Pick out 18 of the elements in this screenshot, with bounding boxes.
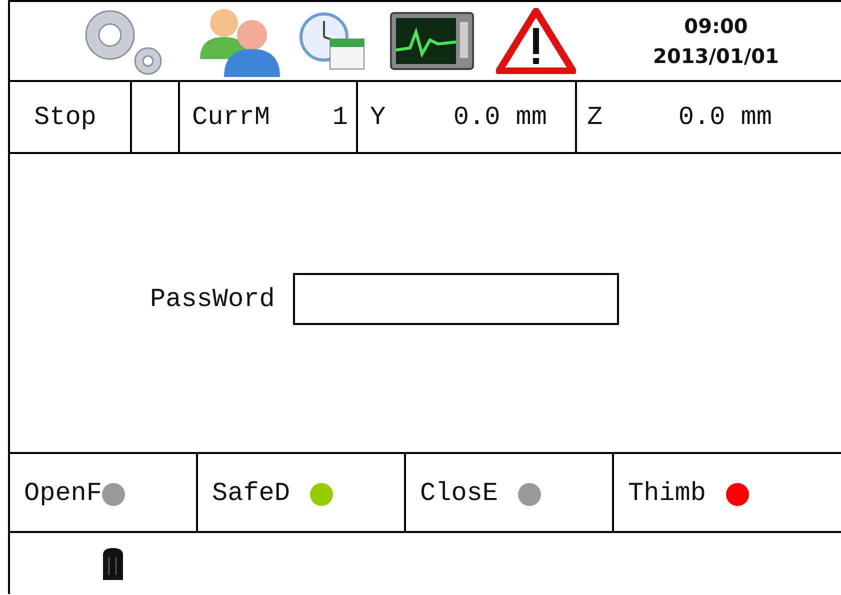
time: 09:00	[684, 13, 748, 40]
mode-label: Stop	[34, 102, 96, 132]
axis-label: Z	[587, 102, 603, 132]
monitor-icon[interactable]	[390, 12, 474, 70]
axis-label: Y	[370, 102, 386, 132]
current-value: 1	[332, 102, 348, 132]
indicator-label: SafeD	[212, 478, 290, 508]
indicator-label: ClosE	[420, 478, 498, 508]
date: 2013/01/01	[653, 43, 779, 70]
current-label: CurrM	[192, 102, 270, 132]
axis-value: 0.0 mm	[453, 102, 547, 132]
indicator-label: Thimb	[628, 478, 706, 508]
tag-icon	[102, 546, 124, 580]
warning-icon[interactable]	[496, 8, 576, 74]
password-field[interactable]	[292, 273, 619, 325]
indicator-label: OpenF	[24, 478, 102, 508]
axis-value: 0.0 mm	[678, 102, 772, 132]
password-label: PassWord	[150, 284, 275, 314]
